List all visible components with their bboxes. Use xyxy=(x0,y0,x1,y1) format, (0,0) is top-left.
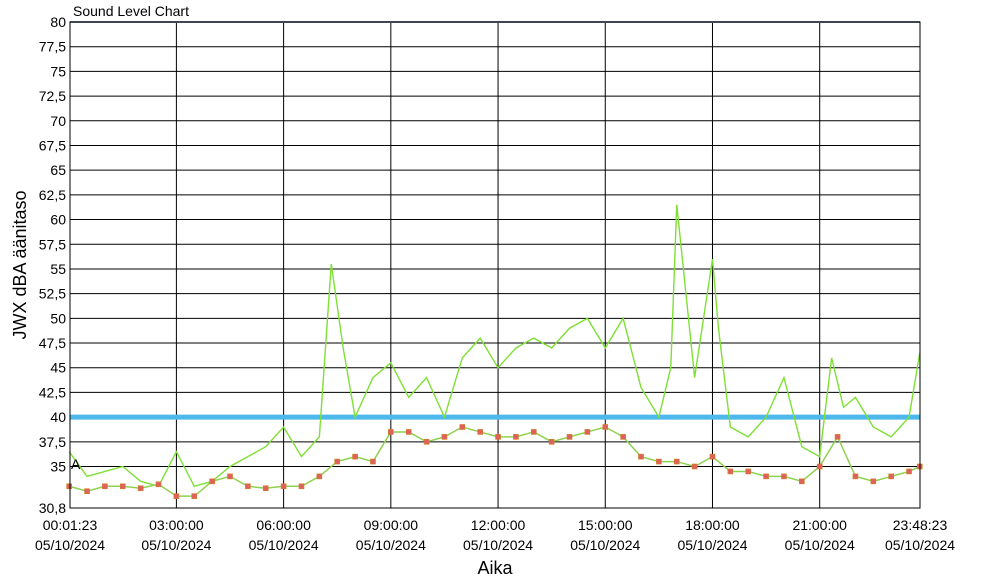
y-tick-label: 37,5 xyxy=(39,434,66,450)
avg-level-point xyxy=(388,429,394,435)
x-tick-date: 05/10/2024 xyxy=(35,537,105,553)
x-tick-date: 05/10/2024 xyxy=(141,537,211,553)
x-tick-date: 05/10/2024 xyxy=(356,537,426,553)
avg-level-point xyxy=(119,483,126,490)
y-tick-label: 50 xyxy=(50,310,66,326)
max-level-series-line xyxy=(68,204,921,488)
series-layer xyxy=(66,204,923,499)
avg-level-point xyxy=(245,483,251,490)
avg-level-point xyxy=(745,468,752,475)
y-tick-label: 30,8 xyxy=(39,500,66,516)
avg-level-point xyxy=(477,429,483,435)
avg-level-point xyxy=(781,473,787,480)
avg-level-point xyxy=(763,473,769,480)
avg-level-point xyxy=(709,453,716,460)
avg-level-point xyxy=(155,481,162,488)
avg-level-point xyxy=(423,439,430,445)
avg-level-point xyxy=(566,434,573,440)
x-tick-time: 00:01:23 xyxy=(43,517,98,533)
avg-level-point xyxy=(548,439,555,445)
x-tick-time: 23:48:23 xyxy=(893,517,948,533)
avg-level-point xyxy=(262,485,269,492)
y-tick-label: 65 xyxy=(50,162,66,178)
x-tick-date: 05/10/2024 xyxy=(677,537,747,553)
x-tick-date: 05/10/2024 xyxy=(785,537,855,553)
y-tick-label: 70 xyxy=(50,113,66,129)
y-tick-label: 35 xyxy=(50,459,66,475)
grid-lines xyxy=(69,21,921,509)
avg-level-point xyxy=(459,424,466,430)
y-tick-label: 52,5 xyxy=(39,286,66,302)
avg-level-point xyxy=(602,424,609,430)
y-tick-label: 60 xyxy=(50,212,66,228)
x-tick-time: 15:00:00 xyxy=(578,517,633,533)
avg-level-point xyxy=(584,429,591,435)
y-tick-label: 62,5 xyxy=(39,187,66,203)
avg-level-point xyxy=(137,485,144,492)
chart-title: Sound Level Chart xyxy=(73,3,189,19)
y-tick-label: 77,5 xyxy=(39,39,66,55)
avg-level-point xyxy=(102,483,108,490)
avg-level-point xyxy=(888,473,894,480)
avg-level-point xyxy=(280,483,287,490)
avg-level-point xyxy=(530,429,537,435)
avg-level-point xyxy=(405,429,412,435)
x-tick-date: 05/10/2024 xyxy=(463,537,533,553)
avg-level-point xyxy=(316,473,323,480)
avg-level-point xyxy=(352,453,358,460)
avg-level-point xyxy=(691,463,698,470)
y-tick-label: 40 xyxy=(50,409,66,425)
y-tick-label: 45 xyxy=(50,360,66,376)
avg-level-point xyxy=(834,434,841,440)
avg-level-point xyxy=(852,473,859,480)
x-tick-time: 06:00:00 xyxy=(256,517,311,533)
avg-level-point xyxy=(620,434,626,440)
x-tick-time: 09:00:00 xyxy=(364,517,419,533)
y-axis-label: JWX dBA äänitaso xyxy=(10,190,30,339)
y-tick-label: 55 xyxy=(50,261,66,277)
y-tick-label: 42,5 xyxy=(39,384,66,400)
avg-level-point xyxy=(370,458,376,465)
avg-level-point xyxy=(84,488,90,495)
y-tick-label: 47,5 xyxy=(39,335,66,351)
series-marker-label: A xyxy=(71,456,81,472)
x-tick-date: 05/10/2024 xyxy=(570,537,640,553)
sound-level-chart: 80 77,5 75 72,5 70 67,5 65 62,5 60 57,5 55 52,5 50 47… xyxy=(10,3,955,578)
axis-labels: 80 77,5 75 72,5 70 67,5 65 62,5 60 57,5 55 52,5 50 47… xyxy=(35,14,955,553)
avg-level-point xyxy=(334,458,341,465)
avg-level-point xyxy=(638,453,644,460)
y-tick-label: 75 xyxy=(50,63,66,79)
avg-level-point xyxy=(495,434,501,440)
x-tick-date: 05/10/2024 xyxy=(885,537,955,553)
avg-level-point xyxy=(173,493,180,499)
plot-frame xyxy=(69,21,921,509)
avg-level-point xyxy=(209,478,215,485)
x-tick-time: 03:00:00 xyxy=(149,517,204,533)
avg-level-point xyxy=(227,473,233,480)
avg-level-point xyxy=(816,463,823,470)
avg-level-point xyxy=(870,478,877,485)
y-tick-label: 57,5 xyxy=(39,236,66,252)
y-tick-label: 72,5 xyxy=(39,88,66,104)
avg-level-point xyxy=(441,434,448,440)
avg-level-point xyxy=(656,458,662,465)
y-tick-label: 80 xyxy=(50,14,66,30)
avg-level-point xyxy=(298,483,305,490)
avg-level-point xyxy=(66,483,72,490)
avg-level-point xyxy=(799,478,805,485)
avg-level-point xyxy=(673,458,680,465)
x-tick-time: 12:00:00 xyxy=(471,517,526,533)
x-tick-date: 05/10/2024 xyxy=(249,537,319,553)
y-tick-label: 67,5 xyxy=(39,137,66,153)
avg-level-point xyxy=(191,493,198,499)
avg-level-point xyxy=(513,434,519,440)
x-tick-time: 18:00:00 xyxy=(685,517,740,533)
x-axis-label: Aika xyxy=(477,558,513,578)
avg-level-point xyxy=(727,468,734,475)
avg-level-point xyxy=(906,468,912,475)
x-tick-time: 21:00:00 xyxy=(792,517,847,533)
